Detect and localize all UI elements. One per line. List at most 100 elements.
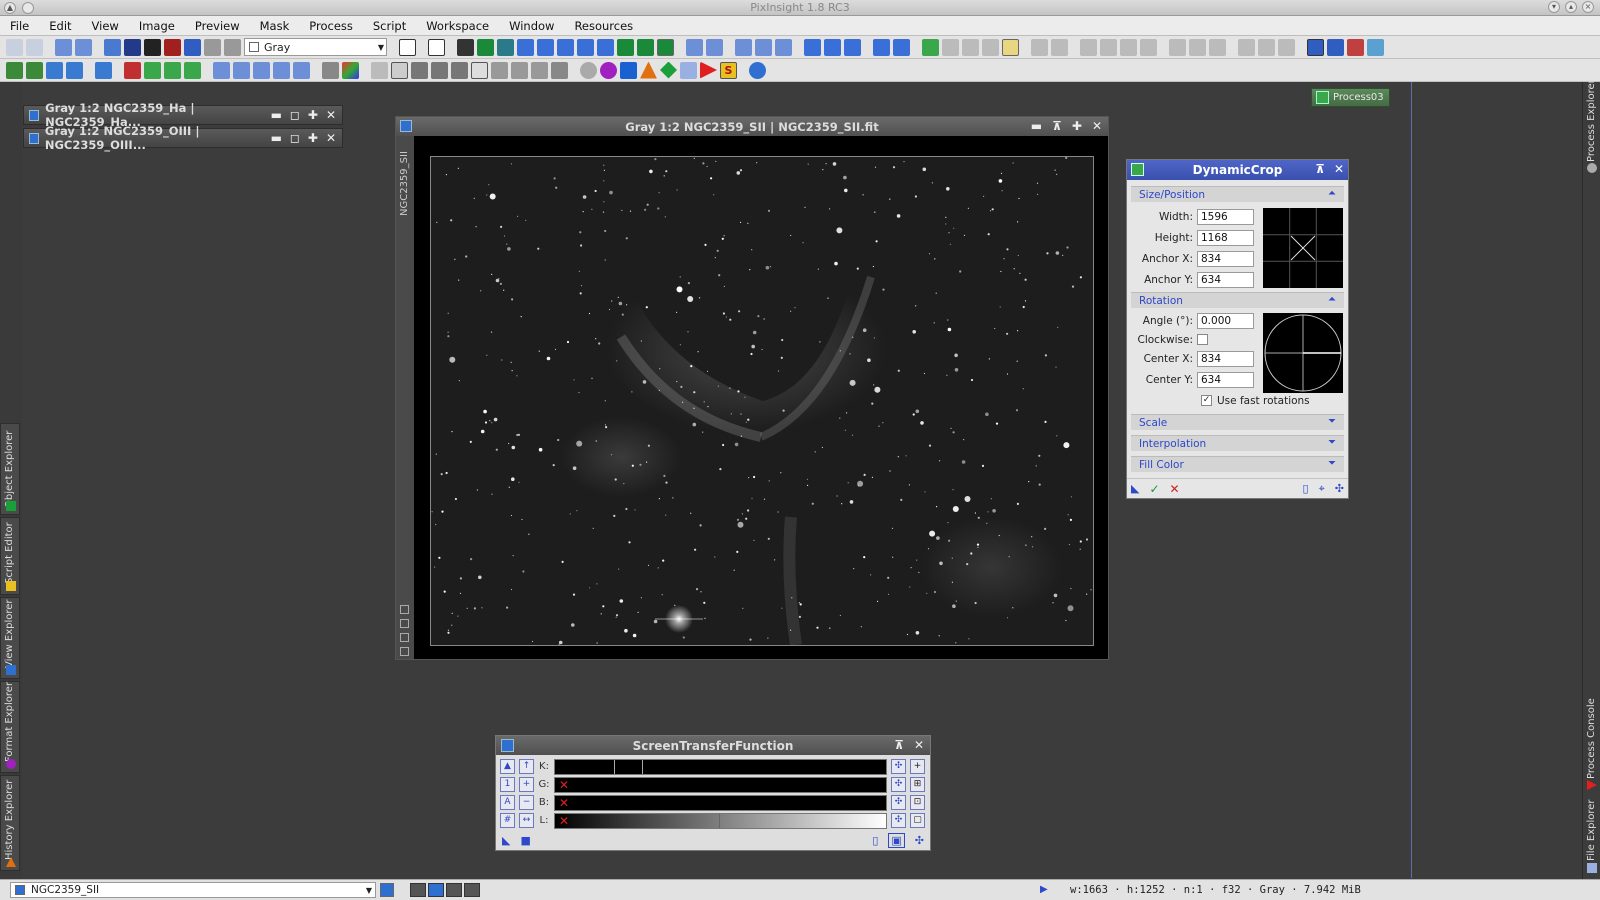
process-4-icon[interactable] xyxy=(66,61,83,79)
zoom-1-1-icon[interactable] xyxy=(557,38,574,56)
stf-slider-g[interactable]: ✕ xyxy=(554,776,887,793)
gray-3-icon[interactable] xyxy=(451,61,468,79)
gear-icon[interactable] xyxy=(580,61,597,79)
clockwise-checkbox[interactable] xyxy=(1197,334,1208,345)
new-instance-icon[interactable]: ◣ xyxy=(502,834,510,847)
midtone-marker[interactable] xyxy=(642,759,643,774)
apply-icon[interactable]: ✓ xyxy=(1149,482,1159,496)
section-scale[interactable]: Scale ⏷ xyxy=(1131,414,1344,430)
close-icon[interactable]: ✕ xyxy=(1092,119,1102,133)
menu-script[interactable]: Script xyxy=(363,19,416,33)
mask-invert-icon[interactable] xyxy=(962,38,979,56)
invert-icon[interactable] xyxy=(322,61,339,79)
stf-toggle-icon[interactable] xyxy=(1209,38,1226,56)
auto-stretch-icon[interactable]: ✣ xyxy=(891,759,906,774)
anchor-x-field[interactable]: 834 xyxy=(1197,250,1254,267)
icc-profile-icon[interactable] xyxy=(224,38,241,56)
menu-view[interactable]: View xyxy=(82,19,129,33)
mask-ops-icon[interactable] xyxy=(371,61,388,79)
view-selector[interactable]: NGC2359_SII ▼ xyxy=(10,882,376,898)
preview-mode-icon[interactable] xyxy=(428,38,445,56)
tile-windows-icon[interactable] xyxy=(457,38,474,56)
channel-rgb-icon[interactable] xyxy=(1100,38,1117,56)
zoom-2-1-icon[interactable] xyxy=(775,38,792,56)
zoom-in-icon[interactable] xyxy=(686,38,703,56)
script-icon[interactable]: S xyxy=(720,61,737,79)
display-mode-2-icon[interactable] xyxy=(428,883,444,897)
process-6-icon[interactable] xyxy=(124,61,141,79)
mask-color-icon[interactable] xyxy=(1002,38,1019,56)
white-icon[interactable] xyxy=(471,61,488,79)
tab-history-explorer[interactable]: History Explorer xyxy=(0,775,20,871)
menu-image[interactable]: Image xyxy=(129,19,185,33)
minimize-icon[interactable]: ▬ xyxy=(271,108,282,122)
shade-icon[interactable]: ⊼ xyxy=(1315,162,1325,176)
tab-process-console[interactable]: Process Console xyxy=(1584,698,1600,791)
zoom-fit-icon[interactable] xyxy=(537,38,554,56)
gray-2-icon[interactable] xyxy=(431,61,448,79)
open-icon[interactable] xyxy=(104,38,121,56)
maximize-icon[interactable]: ◻ xyxy=(290,108,300,122)
new-preview-icon[interactable] xyxy=(399,38,416,56)
track-view-icon[interactable]: ⌖ xyxy=(1319,482,1325,496)
stf-reset-icon[interactable] xyxy=(1189,38,1206,56)
colorspace-combo[interactable]: Gray ▼ xyxy=(244,38,387,56)
anchor-y-field[interactable]: 634 xyxy=(1197,271,1254,288)
process-7-icon[interactable] xyxy=(144,61,161,79)
channel-r-icon[interactable] xyxy=(1031,38,1048,56)
plus-icon[interactable]: ✚ xyxy=(1072,119,1082,133)
section-size-position[interactable]: Size/Position ⏶ xyxy=(1131,186,1344,202)
redo-icon[interactable] xyxy=(26,38,43,56)
menu-file[interactable]: File xyxy=(0,19,39,33)
rotate-cw-icon[interactable] xyxy=(233,61,250,79)
channel-chroma-icon[interactable] xyxy=(1140,38,1157,56)
section-fill-color[interactable]: Fill Color ⏷ xyxy=(1131,456,1344,472)
zoom-1-2-icon[interactable] xyxy=(755,38,772,56)
crop-mode-icon[interactable] xyxy=(657,38,674,56)
new-image-icon[interactable] xyxy=(55,38,72,56)
menu-process[interactable]: Process xyxy=(299,19,363,33)
sphere-icon[interactable] xyxy=(600,61,617,79)
cylinder-icon[interactable] xyxy=(680,61,697,79)
menu-window[interactable]: Window xyxy=(499,19,564,33)
mask-remove-icon[interactable] xyxy=(982,38,999,56)
image-props-icon[interactable] xyxy=(184,38,201,56)
process-3-icon[interactable] xyxy=(46,61,63,79)
mirror-h-icon[interactable] xyxy=(273,61,290,79)
process-9-icon[interactable] xyxy=(184,61,201,79)
resize-icon[interactable] xyxy=(400,605,409,614)
process-1-icon[interactable] xyxy=(6,61,23,79)
menu-preview[interactable]: Preview xyxy=(185,19,250,33)
process-8-icon[interactable] xyxy=(164,61,181,79)
workspace-3-icon[interactable] xyxy=(1347,38,1364,56)
edit-preview-icon[interactable] xyxy=(637,38,654,56)
refresh-icon[interactable] xyxy=(749,61,766,79)
a-icon[interactable]: A xyxy=(500,795,515,810)
stf-slider-k[interactable] xyxy=(554,758,887,775)
anchor-grid[interactable] xyxy=(1263,208,1343,288)
tab-view-explorer[interactable]: View Explorer xyxy=(0,597,20,679)
minimize-icon[interactable]: ▾ xyxy=(1548,1,1560,13)
maximize-icon[interactable]: ▴ xyxy=(1565,1,1577,13)
dynamic-crop-titlebar[interactable]: DynamicCrop ⊼ ✕ xyxy=(1127,160,1348,180)
zoom-out-icon[interactable]: − xyxy=(519,795,534,810)
cancel-icon[interactable]: ✕ xyxy=(1170,482,1180,496)
close-icon[interactable]: ✕ xyxy=(326,108,336,122)
center-x-field[interactable]: 834 xyxy=(1197,350,1254,367)
tab-format-explorer[interactable]: Format Explorer xyxy=(0,681,20,773)
shade-icon[interactable]: ⊼ xyxy=(894,738,904,752)
clear-mask-icon[interactable] xyxy=(391,61,408,79)
auto-stretch-icon[interactable]: ✣ xyxy=(891,813,906,828)
rgb-link-icon[interactable]: ▲ xyxy=(500,759,515,774)
grid-icon[interactable]: # xyxy=(500,813,515,828)
minimize-icon[interactable]: ▬ xyxy=(1031,119,1042,133)
plus-icon[interactable]: ✚ xyxy=(308,131,318,145)
image-info-icon[interactable] xyxy=(164,38,181,56)
workspace-4-icon[interactable] xyxy=(1367,38,1384,56)
add-icon[interactable]: ⊞ xyxy=(910,777,925,792)
channel-b-icon[interactable] xyxy=(1080,38,1097,56)
documentation-icon[interactable]: ▯ xyxy=(872,834,878,847)
zoom-in-icon[interactable]: + xyxy=(519,777,534,792)
channel-g-icon[interactable] xyxy=(1051,38,1068,56)
center-y-field[interactable]: 634 xyxy=(1197,371,1254,388)
